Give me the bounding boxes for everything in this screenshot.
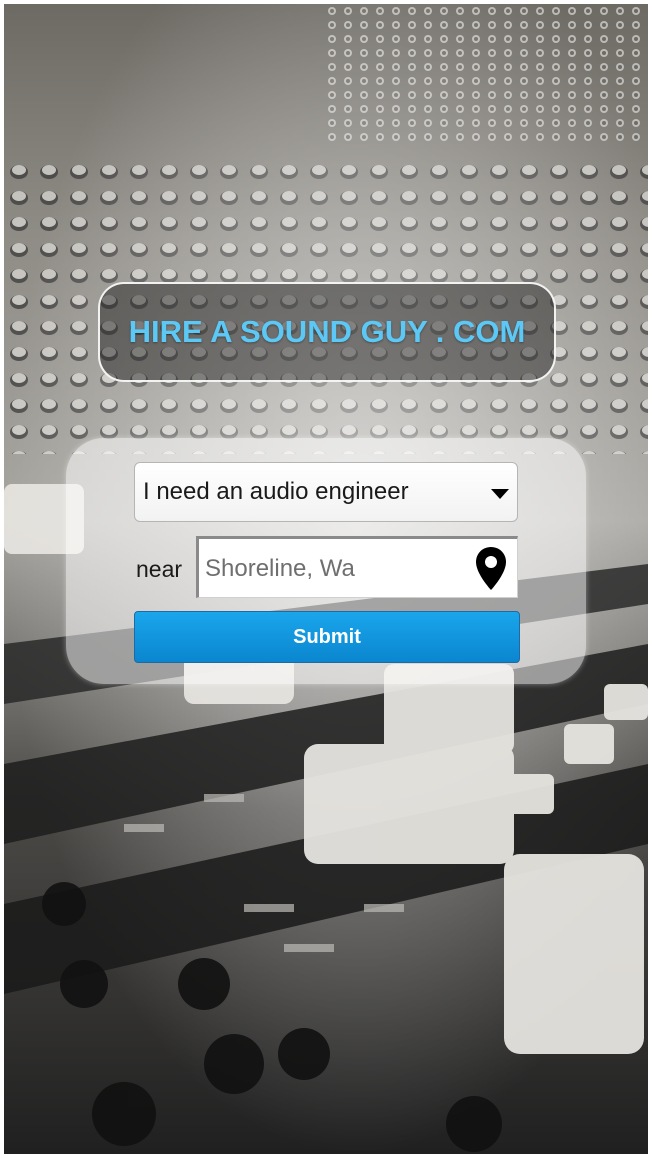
map-pin-icon[interactable] xyxy=(473,545,509,593)
submit-button[interactable]: Submit xyxy=(134,611,520,663)
service-select[interactable]: I need an audio engineer xyxy=(134,462,518,522)
submit-button-label: Submit xyxy=(293,625,361,648)
near-label: near xyxy=(136,556,183,582)
site-logo[interactable]: HIRE A SOUND GUY . COM xyxy=(98,282,556,382)
chevron-down-icon xyxy=(491,489,509,499)
search-form: I need an audio engineer near Shoreline,… xyxy=(66,438,586,684)
site-title: HIRE A SOUND GUY . COM xyxy=(128,314,526,349)
page: HIRE A SOUND GUY . COM I need an audio e… xyxy=(4,4,648,1154)
location-input[interactable]: Shoreline, Wa xyxy=(196,536,518,598)
location-input-value: Shoreline, Wa xyxy=(205,555,355,582)
service-select-value: I need an audio engineer xyxy=(143,478,409,505)
